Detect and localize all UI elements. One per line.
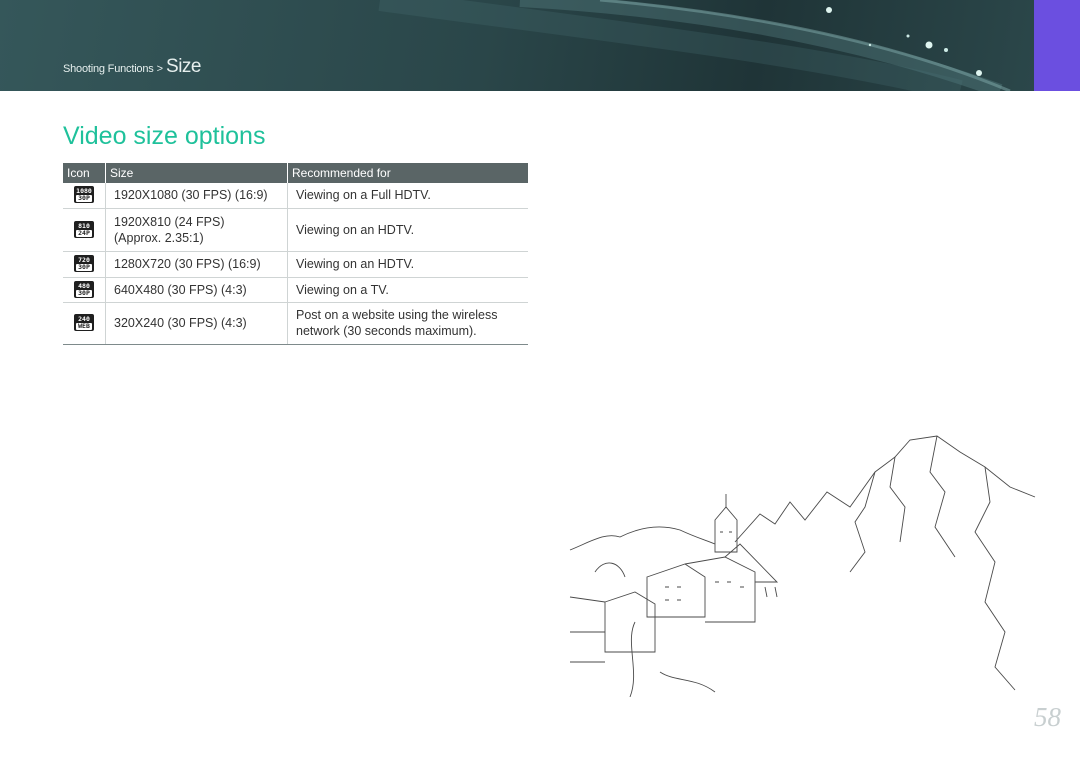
video-size-table: Icon Size Recommended for 1080 30P 1920X1… [63,163,528,345]
table-row: 720 30P 1280X720 (30 FPS) (16:9) Viewing … [63,251,528,278]
size-cell: 1920X1080 (30 FPS) (16:9) [105,183,288,209]
table-row: 810 24P 1920X810 (24 FPS) (Approx. 2.35:1… [63,208,528,252]
recommended-cell: Viewing on a TV. [287,277,528,303]
table-row: 240 WEB 320X240 (30 FPS) (4:3) Post on a … [63,302,528,345]
breadcrumb: Shooting Functions > Size [63,56,201,78]
header-recommended: Recommended for [287,163,528,183]
480-30p-icon: 480 30P [74,280,94,298]
size-cell: 1280X720 (30 FPS) (16:9) [105,251,288,278]
720-30p-icon: 720 30P [74,255,94,272]
recommended-cell: Viewing on an HDTV. [287,208,528,252]
breadcrumb-parent[interactable]: Shooting Functions [63,63,154,75]
header-size: Size [105,163,288,183]
size-cell: 320X240 (30 FPS) (4:3) [105,302,288,345]
810-24p-icon: 810 24P [74,220,94,238]
240-web-icon: 240 WEB [74,314,94,331]
page-title: Video size options [63,122,266,150]
header-icon: Icon [63,163,106,183]
chapter-tab[interactable] [1034,0,1080,91]
1080-30p-icon: 1080 30P [74,186,94,204]
table-row: 480 30P 640X480 (30 FPS) (4:3) Viewing on… [63,277,528,303]
size-cell: 1920X810 (24 FPS) (Approx. 2.35:1) [105,208,288,252]
recommended-cell: Viewing on an HDTV. [287,251,528,278]
size-cell: 640X480 (30 FPS) (4:3) [105,277,288,303]
page-number: 58 [1034,702,1061,732]
table-row: 1080 30P 1920X1080 (30 FPS) (16:9) Viewin… [63,183,528,209]
breadcrumb-current: Size [166,56,201,77]
village-mountain-sketch [569,435,1036,697]
breadcrumb-separator: > [156,63,164,75]
table-header-row: Icon Size Recommended for [63,163,528,183]
recommended-cell: Viewing on a Full HDTV. [287,183,528,209]
recommended-cell: Post on a website using the wireless net… [287,302,528,345]
header-banner: Shooting Functions > Size [0,0,1080,91]
